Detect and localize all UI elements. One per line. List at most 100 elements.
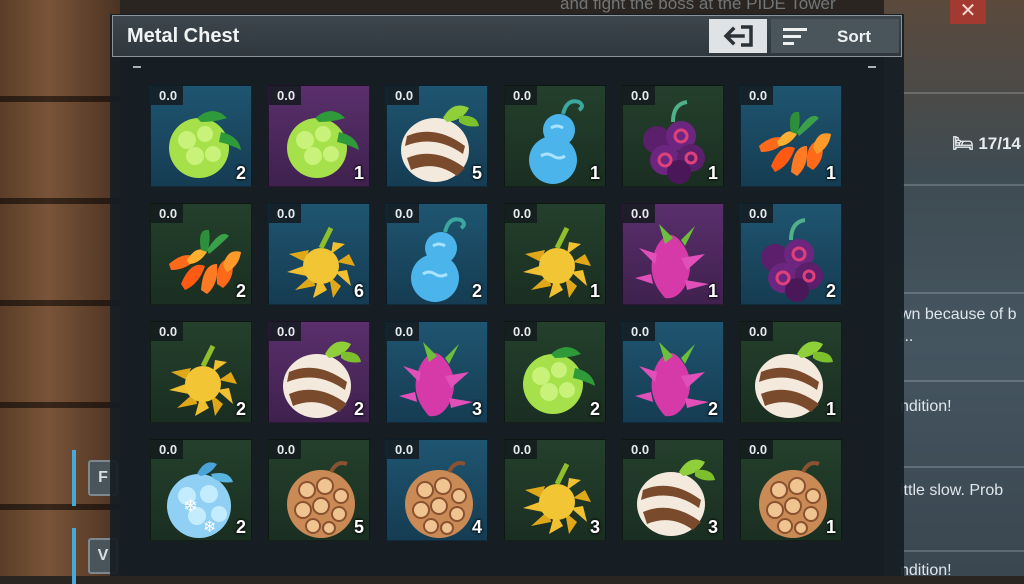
inventory-slot[interactable]: 0.0 1 [740, 439, 842, 541]
item-weight: 0.0 [741, 440, 774, 459]
inventory-slot[interactable]: 0.0 5 [386, 85, 488, 187]
divider [900, 292, 1024, 294]
svg-text:❄: ❄ [203, 517, 216, 536]
item-quantity: 4 [471, 517, 482, 537]
pink-dragon-fruit-icon [635, 342, 709, 417]
yellow-spike-fruit-icon [523, 462, 591, 534]
item-weight: 0.0 [623, 440, 656, 459]
inventory-slot[interactable]: 0.0 2 [150, 85, 252, 187]
chest-title: Metal Chest [127, 25, 240, 47]
svg-text:❄: ❄ [183, 496, 198, 517]
yellow-spike-fruit-icon [523, 226, 591, 298]
chest-header: Metal Chest Sort [112, 15, 902, 57]
item-quantity: 2 [353, 399, 364, 419]
purple-grape-fruit-icon [761, 218, 823, 302]
sort-button[interactable]: Sort [771, 19, 899, 53]
inventory-slot[interactable]: 0.0 4 [386, 439, 488, 541]
inventory-slot[interactable]: 0.0 3 [386, 321, 488, 423]
item-weight: 0.0 [741, 86, 774, 105]
item-quantity: 1 [825, 399, 836, 419]
inventory-slot[interactable]: 0.0 3 [622, 439, 724, 541]
item-quantity: 2 [471, 281, 482, 301]
inventory-slot[interactable]: 0.0 6 [268, 203, 370, 305]
item-weight: 0.0 [387, 86, 420, 105]
yellow-spike-fruit-icon [169, 344, 237, 416]
blue-gourd-fruit-icon [411, 217, 466, 302]
item-weight: 0.0 [269, 322, 302, 341]
divider [133, 66, 141, 68]
quest-text: and fight the boss at the PIDE Tower [560, 0, 836, 13]
green-fruit-icon [169, 111, 241, 178]
striped-fruit-icon [283, 341, 361, 418]
brown-shell-fruit-icon [287, 461, 355, 538]
item-weight: 0.0 [151, 86, 184, 105]
striped-fruit-icon [401, 105, 479, 182]
item-weight: 0.0 [505, 322, 538, 341]
item-weight: 0.0 [623, 322, 656, 341]
item-weight: 0.0 [387, 204, 420, 223]
item-weight: 0.0 [269, 440, 302, 459]
sort-label: Sort [837, 27, 871, 46]
item-weight: 0.0 [623, 86, 656, 105]
inventory-slot[interactable]: 0.0 2 [150, 203, 252, 305]
inventory-slot[interactable]: 0.0 2 [504, 321, 606, 423]
inventory-slot[interactable]: 0.0 1 [740, 85, 842, 187]
inventory-slot[interactable]: 0.0 2 [622, 321, 724, 423]
inventory-slot[interactable]: 0.0 1 [504, 85, 606, 187]
divider [900, 184, 1024, 186]
item-weight: 0.0 [151, 204, 184, 223]
inventory-slot[interactable]: 0.0 1 [622, 85, 724, 187]
item-weight: 0.0 [151, 322, 184, 341]
ice-fruit-icon: ❄❄ [167, 462, 233, 538]
item-quantity: 2 [235, 517, 246, 537]
item-quantity: 1 [707, 163, 718, 183]
divider [900, 92, 1024, 94]
item-quantity: 1 [353, 163, 364, 183]
item-quantity: 1 [707, 281, 718, 301]
item-weight: 0.0 [269, 86, 302, 105]
item-quantity: 1 [589, 163, 600, 183]
inventory-slot[interactable]: 0.0 1 [622, 203, 724, 305]
item-weight: 0.0 [387, 322, 420, 341]
chat-line: ndition! [900, 562, 952, 579]
bed-count-value: 17/14 [978, 134, 1021, 153]
item-quantity: 2 [235, 281, 246, 301]
item-quantity: 5 [353, 517, 364, 537]
inventory-slot[interactable]: ❄ ❄ 0.0 2 [150, 439, 252, 541]
item-weight: 0.0 [505, 440, 538, 459]
item-quantity: 3 [471, 399, 482, 419]
inventory-slot[interactable]: 0.0 1 [740, 321, 842, 423]
item-quantity: 2 [825, 281, 836, 301]
item-quantity: 6 [353, 281, 364, 301]
inventory-slot[interactable]: 0.0 2 [150, 321, 252, 423]
inventory-slot[interactable]: 0.0 2 [386, 203, 488, 305]
item-weight: 0.0 [505, 204, 538, 223]
item-quantity: 1 [825, 517, 836, 537]
item-quantity: 2 [589, 399, 600, 419]
divider [868, 66, 876, 68]
sort-lines-icon [783, 28, 807, 45]
inventory-slot[interactable]: 0.0 1 [268, 85, 370, 187]
inventory-slot[interactable]: 0.0 5 [268, 439, 370, 541]
close-icon[interactable]: ✕ [950, 0, 986, 24]
inventory-slot[interactable]: 0.0 2 [268, 321, 370, 423]
purple-grape-fruit-icon [643, 100, 705, 184]
striped-fruit-icon [637, 459, 715, 536]
divider [900, 380, 1024, 382]
divider [900, 550, 1024, 552]
inventory-slot[interactable]: 0.0 1 [504, 203, 606, 305]
item-quantity: 5 [471, 163, 482, 183]
divider [900, 466, 1024, 468]
item-quantity: 3 [589, 517, 600, 537]
item-weight: 0.0 [387, 440, 420, 459]
green-fruit-icon [523, 347, 595, 414]
key-hint-bar [72, 450, 76, 506]
exit-button[interactable] [709, 19, 767, 53]
item-quantity: 2 [235, 399, 246, 419]
inventory-grid: 0.0 2 0.0 1 0.0 5 0.0 1 0.0 1 0.0 1 0.0 2 0.0 6 0.0 2 0.0 1… [150, 85, 842, 541]
inventory-slot[interactable]: 0.0 3 [504, 439, 606, 541]
item-quantity: 1 [825, 163, 836, 183]
inventory-slot[interactable]: 0.0 2 [740, 203, 842, 305]
blue-gourd-fruit-icon [529, 99, 584, 184]
bed-count: 🛏 17/14 [952, 134, 1021, 153]
